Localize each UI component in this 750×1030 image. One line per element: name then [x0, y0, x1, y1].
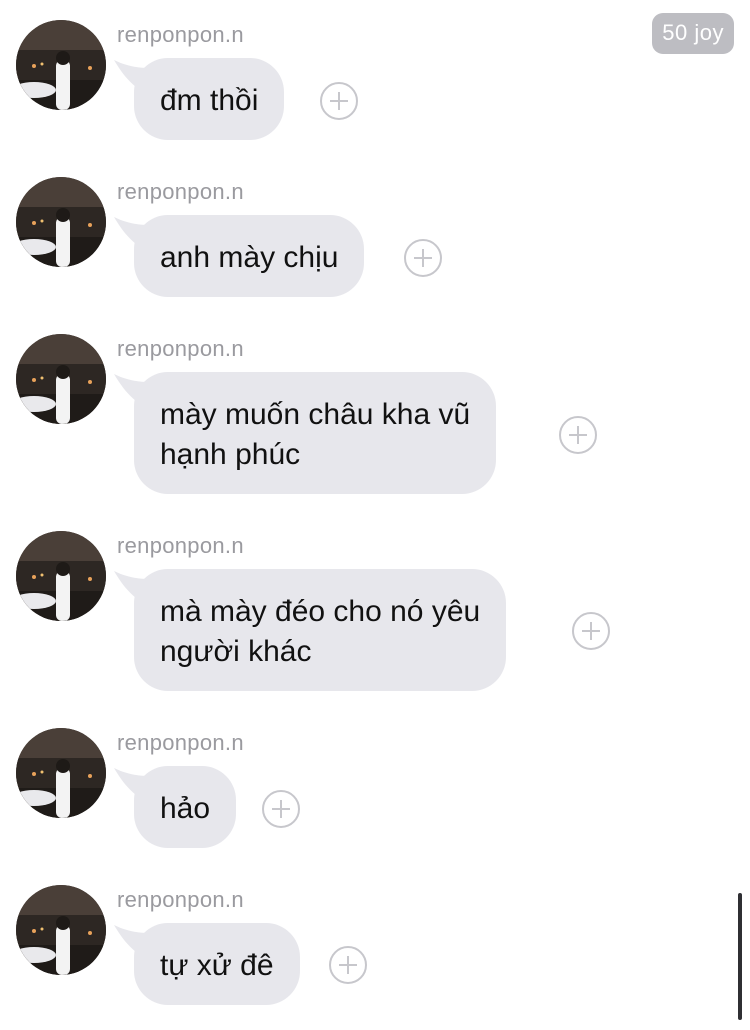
plus-circle-icon[interactable]: [262, 790, 300, 828]
plus-circle-icon[interactable]: [329, 946, 367, 984]
avatar[interactable]: [16, 885, 106, 975]
sender-name: renponpon.n: [117, 887, 244, 912]
plus-circle-icon[interactable]: [404, 239, 442, 277]
sender-name: renponpon.n: [117, 336, 244, 361]
avatar[interactable]: [16, 20, 106, 110]
avatar[interactable]: [16, 334, 106, 424]
avatar[interactable]: [16, 531, 106, 621]
sender-name: renponpon.n: [117, 533, 244, 558]
plus-circle-icon[interactable]: [320, 82, 358, 120]
avatar[interactable]: [16, 728, 106, 818]
message-bubble[interactable]: hảo: [134, 766, 237, 848]
message-bubble[interactable]: tự xử đê: [134, 923, 300, 1005]
message-bubble[interactable]: mà mày đéo cho nó yêu người khác: [134, 569, 507, 691]
plus-circle-icon[interactable]: [572, 612, 610, 650]
message-bubble[interactable]: đm thồi: [134, 58, 285, 140]
badge-50-joy[interactable]: 50 joy: [652, 13, 734, 54]
sender-name: renponpon.n: [117, 179, 244, 204]
sender-name: renponpon.n: [117, 22, 244, 47]
message-bubble[interactable]: mày muốn châu kha vũ hạnh phúc: [134, 372, 497, 494]
sender-name: renponpon.n: [117, 730, 244, 755]
avatar[interactable]: [16, 177, 106, 267]
message-bubble[interactable]: anh mày chịu: [134, 215, 365, 297]
plus-circle-icon[interactable]: [559, 416, 597, 454]
scrollbar[interactable]: [738, 893, 742, 1020]
